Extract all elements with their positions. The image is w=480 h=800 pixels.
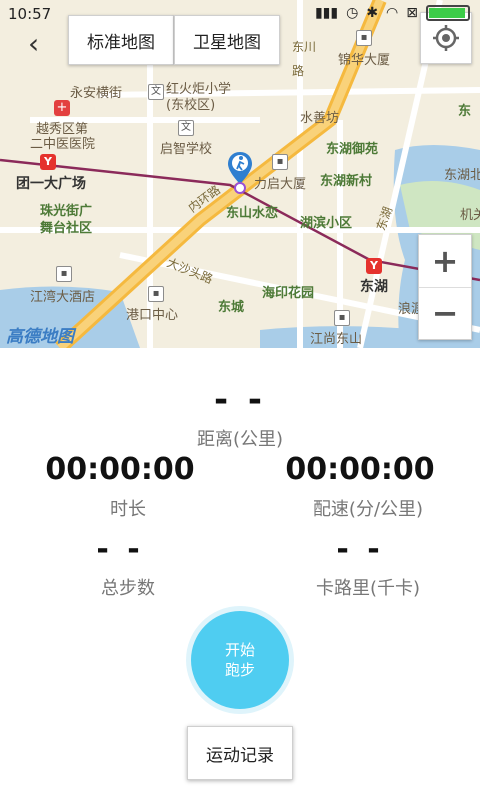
school-icon: 文 <box>178 120 194 136</box>
map-label: (东校区) <box>166 98 216 113</box>
chevron-left-icon: ‹ <box>28 27 40 60</box>
steps-value: - - <box>96 532 144 567</box>
metro-icon: Y <box>366 258 382 274</box>
map-label: 团一大广场 <box>16 176 86 192</box>
status-icons: ▮▮▮ ◷ ✱ ◠ ⊠ <box>315 5 470 21</box>
runner-icon <box>228 152 252 194</box>
map-label: 水善坊 <box>300 111 340 126</box>
distance-value: - - <box>213 380 267 420</box>
start-run-label-1: 开始 <box>224 641 255 659</box>
map-label: 东 <box>458 104 472 119</box>
status-time: 10:57 <box>8 5 52 23</box>
hotel-icon: ▪ <box>56 266 72 282</box>
start-run-label-2: 跑步 <box>224 661 255 679</box>
map-label: 机关 <box>460 208 480 223</box>
duration-label: 时长 <box>110 499 146 520</box>
status-bar: 10:57 ▮▮▮ ◷ ✱ ◠ ⊠ <box>0 0 480 28</box>
start-run-button[interactable]: 开始 跑步 <box>186 606 294 714</box>
map-label: 东城 <box>218 300 245 315</box>
map-label: 东山水恋 <box>226 206 279 221</box>
school-icon: 文 <box>148 84 164 100</box>
map-label: 东湖御苑 <box>326 142 379 157</box>
zoom-out-button[interactable]: − <box>419 287 471 339</box>
map-label: 力启大厦 <box>254 177 307 192</box>
zoom-in-button[interactable]: + <box>419 235 471 288</box>
map-label: 永安横街 <box>70 86 123 101</box>
steps-label: 总步数 <box>101 578 155 599</box>
duration-value: 00:00:00 <box>45 452 195 487</box>
building-icon: ▪ <box>272 154 288 170</box>
building-icon: ▪ <box>356 30 372 46</box>
map-label: 江尚东山 <box>310 332 363 347</box>
clock-icon: ◷ <box>346 5 359 21</box>
bluetooth-icon: ✱ <box>366 5 379 21</box>
signal-icon: ▮▮▮ <box>314 5 339 21</box>
building-icon: ▪ <box>334 310 350 326</box>
distance-label: 距离(公里) <box>196 429 284 450</box>
road-label: 东川 <box>292 40 317 54</box>
building-icon: ▪ <box>148 286 164 302</box>
map-label: 二中医医院 <box>30 137 96 152</box>
map-label: 海印花园 <box>262 286 315 301</box>
map-label: 江湾大酒店 <box>30 290 96 305</box>
map-label: 舞台社区 <box>40 221 93 236</box>
map-label: 湖滨小区 <box>300 216 353 231</box>
map-label: 锦华大厦 <box>338 53 391 68</box>
map-label: 港口中心 <box>126 308 179 323</box>
amap-logo: 高德地图 <box>6 327 74 347</box>
calories-label: 卡路里(千卡) <box>315 578 421 599</box>
hospital-icon: + <box>54 100 70 116</box>
zoom-control: + − <box>418 234 472 340</box>
map-label: 东湖 <box>360 279 388 295</box>
pace-label: 配速(分/公里) <box>312 499 424 520</box>
start-run-inner[interactable]: 开始 跑步 <box>191 611 289 709</box>
battery-icon <box>426 5 470 21</box>
crosshair-icon <box>433 25 459 51</box>
map-label: 启智学校 <box>160 142 213 157</box>
road-label: 路 <box>292 64 305 78</box>
wifi-icon: ◠ <box>386 5 399 21</box>
exercise-record-button[interactable]: 运动记录 <box>187 726 293 780</box>
calories-value: - - <box>336 532 384 567</box>
map-label: 东湖新村 <box>320 174 373 189</box>
pace-value: 00:00:00 <box>285 452 435 487</box>
map-label: 东湖北 <box>444 168 480 183</box>
metro-icon: Y <box>40 154 56 170</box>
close-notification-icon: ⊠ <box>406 5 418 21</box>
back-button[interactable]: ‹ <box>28 27 39 60</box>
